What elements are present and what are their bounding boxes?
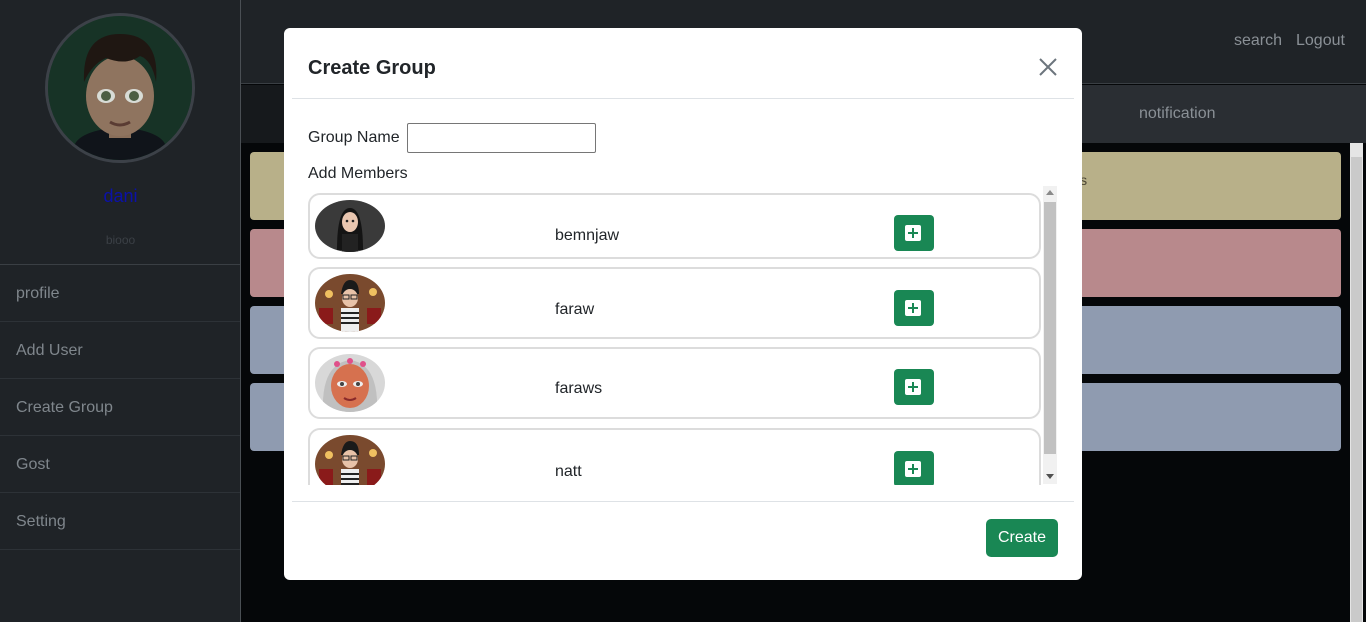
user-name: dani <box>103 186 138 206</box>
member-list-scrollbar[interactable] <box>1043 186 1057 484</box>
page-scrollbar-thumb[interactable] <box>1351 157 1362 622</box>
scroll-up-icon[interactable] <box>1046 190 1054 195</box>
sidebar-item-create-group[interactable]: Create Group <box>0 379 240 436</box>
member-list: bemnjaw faraw faraws natt <box>308 193 1057 485</box>
group-name-input[interactable] <box>406 123 596 153</box>
sidebar-item-setting[interactable]: Setting <box>0 493 240 550</box>
plus-square-icon <box>905 300 921 316</box>
member-row: natt <box>308 428 1041 485</box>
tab-notification[interactable]: notification <box>1139 105 1216 123</box>
modal-header: Create Group <box>292 28 1074 99</box>
add-member-button[interactable] <box>894 215 934 251</box>
avatar-man-glasses-icon <box>315 435 385 485</box>
sidebar: dani biooo profile Add User Create Group… <box>0 0 241 622</box>
member-name: faraws <box>555 380 603 397</box>
member-row: faraw <box>308 267 1041 339</box>
plus-square-icon <box>905 461 921 477</box>
modal-footer: Create <box>292 501 1074 580</box>
avatar-man-glasses-icon <box>315 274 385 332</box>
user-bio: biooo <box>105 233 136 247</box>
page-scrollbar[interactable] <box>1350 143 1363 622</box>
close-icon <box>1039 58 1057 76</box>
scroll-down-icon[interactable] <box>1046 474 1054 479</box>
member-name: bemnjaw <box>555 227 620 244</box>
member-name: faraw <box>555 301 595 318</box>
avatar-woman-flower-crown-icon <box>315 354 385 412</box>
member-name: natt <box>555 463 582 480</box>
profile-block: dani biooo <box>0 0 240 265</box>
modal-title: Create Group <box>308 57 436 79</box>
avatar-woman-dark-hair-icon <box>315 200 385 252</box>
add-members-label: Add Members <box>308 165 408 182</box>
plus-square-icon <box>905 225 921 241</box>
group-name-label: Group Name <box>308 129 400 146</box>
group-name-row: Group Name <box>308 123 596 153</box>
add-member-button[interactable] <box>894 369 934 405</box>
plus-square-icon <box>905 379 921 395</box>
sidebar-item-profile[interactable]: profile <box>0 265 240 322</box>
add-member-button[interactable] <box>894 451 934 485</box>
member-row: faraws <box>308 347 1041 419</box>
user-avatar <box>45 13 195 163</box>
close-button[interactable] <box>1036 55 1060 79</box>
logout-link[interactable]: Logout <box>1296 32 1345 50</box>
add-member-button[interactable] <box>894 290 934 326</box>
member-row: bemnjaw <box>308 193 1041 259</box>
search-link[interactable]: search <box>1234 32 1282 50</box>
create-button[interactable]: Create <box>986 519 1058 557</box>
create-group-modal: Create Group Group Name Add Members bemn… <box>284 28 1082 580</box>
member-list-scrollbar-thumb[interactable] <box>1044 202 1056 454</box>
sidebar-item-add-user[interactable]: Add User <box>0 322 240 379</box>
sidebar-item-gost[interactable]: Gost <box>0 436 240 493</box>
